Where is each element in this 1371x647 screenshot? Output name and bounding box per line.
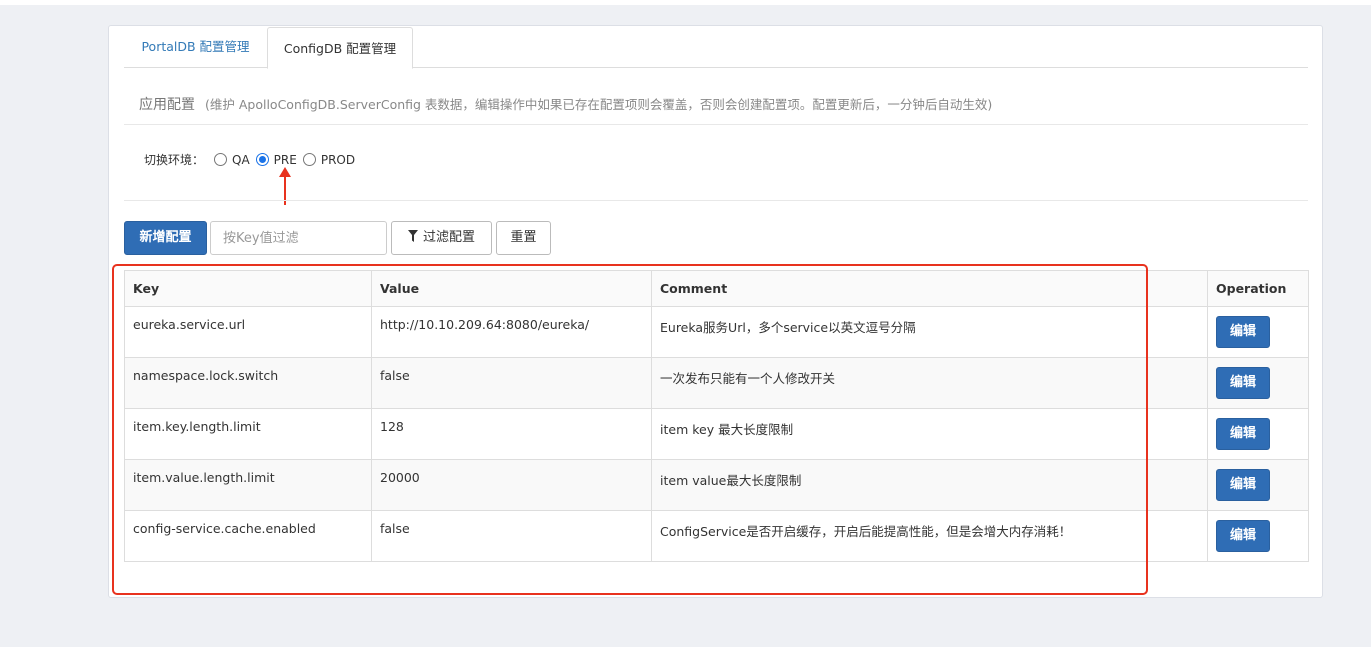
header-key: Key bbox=[124, 270, 372, 307]
cell-key: item.value.length.limit bbox=[124, 459, 372, 511]
key-filter-input[interactable] bbox=[210, 221, 387, 255]
cell-operation: 编辑 bbox=[1207, 510, 1309, 562]
section-header: 应用配置 (维护 ApolloConfigDB.ServerConfig 表数据，… bbox=[139, 94, 992, 114]
tab-bar: PortalDB 配置管理 ConfigDB 配置管理 bbox=[124, 26, 1308, 69]
add-config-button[interactable]: 新增配置 bbox=[124, 221, 207, 255]
cell-key: config-service.cache.enabled bbox=[124, 510, 372, 562]
table-row: item.key.length.limit 128 item key 最大长度限… bbox=[124, 408, 1309, 460]
header-operation: Operation bbox=[1207, 270, 1309, 307]
table-header-row: Key Value Comment Operation bbox=[124, 270, 1309, 307]
config-table: Key Value Comment Operation eureka.servi… bbox=[124, 270, 1309, 562]
cell-value: 20000 bbox=[371, 459, 652, 511]
cell-value: http://10.10.209.64:8080/eureka/ bbox=[371, 306, 652, 358]
edit-button[interactable]: 编辑 bbox=[1216, 367, 1270, 399]
cell-comment: Eureka服务Url，多个service以英文逗号分隔 bbox=[651, 306, 1208, 358]
edit-button[interactable]: 编辑 bbox=[1216, 520, 1270, 552]
filter-icon bbox=[407, 223, 418, 255]
cell-comment: 一次发布只能有一个人修改开关 bbox=[651, 357, 1208, 409]
radio-pre[interactable] bbox=[255, 153, 269, 166]
edit-button[interactable]: 编辑 bbox=[1216, 469, 1270, 501]
cell-value: false bbox=[371, 510, 652, 562]
cell-comment: item key 最大长度限制 bbox=[651, 408, 1208, 460]
header-comment: Comment bbox=[651, 270, 1208, 307]
cell-value: false bbox=[371, 357, 652, 409]
radio-qa-label[interactable]: QA bbox=[232, 153, 250, 167]
section-title: 应用配置 bbox=[139, 97, 195, 113]
reset-button[interactable]: 重置 bbox=[496, 221, 551, 255]
cell-operation: 编辑 bbox=[1207, 459, 1309, 511]
section-description: (维护 ApolloConfigDB.ServerConfig 表数据，编辑操作… bbox=[205, 97, 993, 112]
table-row: config-service.cache.enabled false Confi… bbox=[124, 510, 1309, 562]
divider bbox=[124, 200, 1308, 201]
cell-key: eureka.service.url bbox=[124, 306, 372, 358]
table-row: eureka.service.url http://10.10.209.64:8… bbox=[124, 306, 1309, 358]
cell-operation: 编辑 bbox=[1207, 408, 1309, 460]
header-value: Value bbox=[371, 270, 652, 307]
cell-comment: item value最大长度限制 bbox=[651, 459, 1208, 511]
edit-button[interactable]: 编辑 bbox=[1216, 316, 1270, 348]
radio-prod[interactable] bbox=[302, 153, 316, 166]
radio-prod-label[interactable]: PROD bbox=[321, 153, 355, 167]
radio-qa[interactable] bbox=[214, 153, 228, 166]
top-strip bbox=[0, 0, 1371, 5]
cell-key: namespace.lock.switch bbox=[124, 357, 372, 409]
cell-operation: 编辑 bbox=[1207, 357, 1309, 409]
cell-key: item.key.length.limit bbox=[124, 408, 372, 460]
env-switch: 切换环境： QA PRE PROD bbox=[144, 151, 357, 168]
filter-button-label: 过滤配置 bbox=[422, 230, 475, 245]
divider bbox=[124, 124, 1308, 125]
table-row: item.value.length.limit 20000 item value… bbox=[124, 459, 1309, 511]
tab-configdb[interactable]: ConfigDB 配置管理 bbox=[267, 27, 413, 69]
table-row: namespace.lock.switch false 一次发布只能有一个人修改… bbox=[124, 357, 1309, 409]
env-label: 切换环境： bbox=[144, 153, 205, 167]
tab-portaldb[interactable]: PortalDB 配置管理 bbox=[124, 26, 267, 68]
cell-comment: ConfigService是否开启缓存，开启后能提高性能，但是会增大内存消耗！ bbox=[651, 510, 1208, 562]
edit-button[interactable]: 编辑 bbox=[1216, 418, 1270, 450]
config-panel: PortalDB 配置管理 ConfigDB 配置管理 应用配置 (维护 Apol… bbox=[108, 25, 1323, 598]
filter-button[interactable]: 过滤配置 bbox=[391, 221, 492, 255]
cell-operation: 编辑 bbox=[1207, 306, 1309, 358]
radio-pre-label[interactable]: PRE bbox=[274, 153, 297, 167]
cell-value: 128 bbox=[371, 408, 652, 460]
